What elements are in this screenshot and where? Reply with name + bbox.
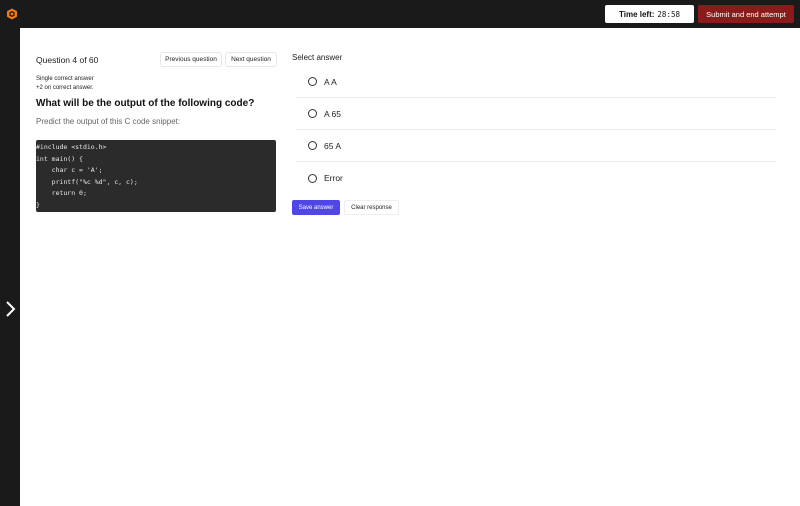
question-counter: Question 4 of 60 <box>36 55 99 65</box>
code-line: printf("%c %d", c, c); <box>36 177 138 186</box>
code-line: int main() { <box>36 154 83 163</box>
next-question-button[interactable]: Next question <box>225 52 277 67</box>
radio-icon[interactable] <box>308 173 317 183</box>
sidebar <box>0 28 20 506</box>
answer-option-3[interactable]: 65 A <box>296 130 776 162</box>
code-line: char c = 'A'; <box>36 166 103 175</box>
submit-end-attempt-button[interactable]: Submit and end attempt <box>698 5 794 23</box>
code-line: return 0; <box>36 189 87 198</box>
select-answer-label: Select answer <box>292 53 343 62</box>
question-marks: +2 on correct answer. <box>36 85 94 91</box>
timer: Time left: 28:58 <box>605 5 694 23</box>
answer-option-2[interactable]: A 65 <box>296 98 776 130</box>
top-bar: Time left: 28:58 Submit and end attempt <box>0 0 800 28</box>
code-block: #include <stdio.h> int main() { char c =… <box>36 140 276 212</box>
clear-response-button[interactable]: Clear response <box>344 200 399 215</box>
timer-label: Time left: <box>619 9 655 19</box>
option-label: Error <box>324 173 343 183</box>
radio-icon[interactable] <box>308 109 317 118</box>
option-label: 65 A <box>324 140 342 151</box>
question-type: Single correct answer <box>36 76 94 82</box>
cube-logo-icon[interactable] <box>6 8 18 20</box>
question-subtitle: Predict the output of this C code snippe… <box>36 117 181 126</box>
save-answer-button[interactable]: Save answer <box>292 200 340 215</box>
question-title: What will be the output of the following… <box>36 98 255 109</box>
option-label: A 65 <box>324 108 342 119</box>
answer-option-4[interactable]: Error <box>296 162 776 194</box>
chevron-right-icon[interactable] <box>4 300 16 318</box>
radio-icon[interactable] <box>308 141 317 150</box>
code-line: } <box>36 200 40 209</box>
option-label: A A <box>324 76 337 87</box>
code-line: #include <stdio.h> <box>36 143 107 151</box>
answer-option-1[interactable]: A A <box>296 66 776 98</box>
timer-value: 28:58 <box>657 9 680 19</box>
main-panel: Question 4 of 60 Previous question Next … <box>20 28 800 506</box>
previous-question-button[interactable]: Previous question <box>160 52 222 67</box>
radio-icon[interactable] <box>308 77 317 86</box>
